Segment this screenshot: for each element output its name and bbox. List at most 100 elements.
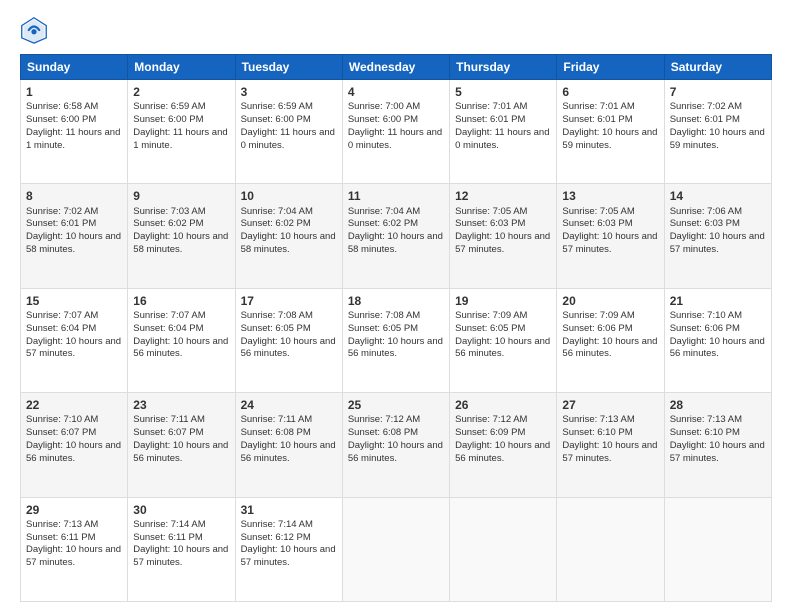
sunrise-text: Sunrise: 6:58 AM — [26, 101, 98, 112]
sunset-text: Sunset: 6:01 PM — [26, 218, 96, 229]
sunrise-text: Sunrise: 7:12 AM — [455, 414, 527, 425]
day-number: 22 — [26, 397, 122, 413]
sunset-text: Sunset: 6:10 PM — [670, 427, 740, 438]
day-number: 27 — [562, 397, 658, 413]
sunset-text: Sunset: 6:09 PM — [455, 427, 525, 438]
daylight-text: Daylight: 10 hours and 59 minutes. — [562, 127, 657, 151]
calendar-cell: 9Sunrise: 7:03 AMSunset: 6:02 PMDaylight… — [128, 184, 235, 288]
calendar-cell: 8Sunrise: 7:02 AMSunset: 6:01 PMDaylight… — [21, 184, 128, 288]
day-of-week-header: Thursday — [450, 55, 557, 80]
daylight-text: Daylight: 10 hours and 56 minutes. — [348, 336, 443, 360]
sunrise-text: Sunrise: 7:12 AM — [348, 414, 420, 425]
daylight-text: Daylight: 10 hours and 58 minutes. — [26, 231, 121, 255]
day-number: 18 — [348, 293, 444, 309]
sunrise-text: Sunrise: 7:00 AM — [348, 101, 420, 112]
daylight-text: Daylight: 10 hours and 57 minutes. — [562, 440, 657, 464]
day-number: 21 — [670, 293, 766, 309]
sunset-text: Sunset: 6:03 PM — [670, 218, 740, 229]
sunset-text: Sunset: 6:00 PM — [241, 114, 311, 125]
day-number: 25 — [348, 397, 444, 413]
daylight-text: Daylight: 11 hours and 0 minutes. — [348, 127, 442, 151]
calendar-cell — [664, 497, 771, 601]
sunset-text: Sunset: 6:08 PM — [348, 427, 418, 438]
day-number: 3 — [241, 84, 337, 100]
sunrise-text: Sunrise: 6:59 AM — [241, 101, 313, 112]
calendar-cell: 27Sunrise: 7:13 AM Sunset: 6:10 PM Dayligh… — [557, 393, 664, 497]
sunset-text: Sunset: 6:06 PM — [670, 323, 740, 334]
calendar-cell: 2Sunrise: 6:59 AMSunset: 6:00 PMDaylight… — [128, 80, 235, 184]
day-of-week-header: Monday — [128, 55, 235, 80]
sunset-text: Sunset: 6:07 PM — [26, 427, 96, 438]
sunset-text: Sunset: 6:08 PM — [241, 427, 311, 438]
calendar-cell: 26Sunrise: 7:12 AM Sunset: 6:09 PM Dayligh… — [450, 393, 557, 497]
day-of-week-header: Tuesday — [235, 55, 342, 80]
daylight-text: Daylight: 11 hours and 1 minute. — [26, 127, 120, 151]
day-of-week-header: Saturday — [664, 55, 771, 80]
day-number: 10 — [241, 188, 337, 204]
day-number: 6 — [562, 84, 658, 100]
sunrise-text: Sunrise: 7:13 AM — [562, 414, 634, 425]
daylight-text: Daylight: 10 hours and 57 minutes. — [26, 336, 121, 360]
day-number: 7 — [670, 84, 766, 100]
day-number: 2 — [133, 84, 229, 100]
daylight-text: Daylight: 10 hours and 56 minutes. — [348, 440, 443, 464]
sunrise-text: Sunrise: 7:14 AM — [241, 519, 313, 530]
daylight-text: Daylight: 10 hours and 56 minutes. — [241, 336, 336, 360]
sunrise-text: Sunrise: 7:09 AM — [455, 310, 527, 321]
day-number: 16 — [133, 293, 229, 309]
sunrise-text: Sunrise: 7:11 AM — [133, 414, 205, 425]
day-number: 11 — [348, 188, 444, 204]
sunset-text: Sunset: 6:05 PM — [348, 323, 418, 334]
daylight-text: Daylight: 10 hours and 58 minutes. — [241, 231, 336, 255]
day-number: 5 — [455, 84, 551, 100]
sunset-text: Sunset: 6:06 PM — [562, 323, 632, 334]
day-number: 17 — [241, 293, 337, 309]
sunset-text: Sunset: 6:04 PM — [26, 323, 96, 334]
sunset-text: Sunset: 6:07 PM — [133, 427, 203, 438]
calendar-cell: 10 Sunrise: 7:04 AMSunset: 6:02 PM Dayligh… — [235, 184, 342, 288]
calendar-cell: 21Sunrise: 7:10 AMSunset: 6:06 PMDayligh… — [664, 288, 771, 392]
sunset-text: Sunset: 6:00 PM — [26, 114, 96, 125]
sunset-text: Sunset: 6:02 PM — [348, 218, 418, 229]
daylight-text: Daylight: 10 hours and 57 minutes. — [670, 440, 765, 464]
day-number: 4 — [348, 84, 444, 100]
daylight-text: Daylight: 10 hours and 56 minutes. — [26, 440, 121, 464]
sunrise-text: Sunrise: 7:10 AM — [670, 310, 742, 321]
daylight-text: Daylight: 10 hours and 58 minutes. — [348, 231, 443, 255]
sunset-text: Sunset: 6:02 PM — [241, 218, 311, 229]
calendar-cell: 17Sunrise: 7:08 AMSunset: 6:05 PMDayligh… — [235, 288, 342, 392]
sunrise-text: Sunrise: 7:10 AM — [26, 414, 98, 425]
day-number: 29 — [26, 502, 122, 518]
sunset-text: Sunset: 6:05 PM — [241, 323, 311, 334]
day-number: 26 — [455, 397, 551, 413]
header — [20, 16, 772, 44]
calendar-cell: 15Sunrise: 7:07 AM Sunset: 6:04 PM Dayligh… — [21, 288, 128, 392]
daylight-text: Daylight: 10 hours and 57 minutes. — [241, 544, 336, 568]
sunset-text: Sunset: 6:01 PM — [562, 114, 632, 125]
daylight-text: Daylight: 10 hours and 57 minutes. — [26, 544, 121, 568]
sunset-text: Sunset: 6:02 PM — [133, 218, 203, 229]
daylight-text: Daylight: 10 hours and 56 minutes. — [562, 336, 657, 360]
sunset-text: Sunset: 6:10 PM — [562, 427, 632, 438]
calendar-cell: 22Sunrise: 7:10 AM Sunset: 6:07 PM Dayligh… — [21, 393, 128, 497]
calendar-cell: 28Sunrise: 7:13 AMSunset: 6:10 PMDayligh… — [664, 393, 771, 497]
day-number: 15 — [26, 293, 122, 309]
sunset-text: Sunset: 6:05 PM — [455, 323, 525, 334]
sunrise-text: Sunrise: 7:02 AM — [26, 206, 98, 217]
logo — [20, 16, 52, 44]
daylight-text: Daylight: 11 hours and 1 minute. — [133, 127, 227, 151]
daylight-text: Daylight: 10 hours and 56 minutes. — [241, 440, 336, 464]
calendar-cell: 31Sunrise: 7:14 AMSunset: 6:12 PMDayligh… — [235, 497, 342, 601]
sunrise-text: Sunrise: 7:13 AM — [26, 519, 98, 530]
sunrise-text: Sunrise: 7:04 AM — [241, 206, 313, 217]
sunrise-text: Sunrise: 7:05 AM — [455, 206, 527, 217]
daylight-text: Daylight: 10 hours and 56 minutes. — [455, 440, 550, 464]
sunrise-text: Sunrise: 7:08 AM — [348, 310, 420, 321]
day-of-week-header: Sunday — [21, 55, 128, 80]
calendar-cell — [342, 497, 449, 601]
sunrise-text: Sunrise: 7:11 AM — [241, 414, 313, 425]
sunrise-text: Sunrise: 7:07 AM — [26, 310, 98, 321]
calendar-cell: 23Sunrise: 7:11 AMSunset: 6:07 PMDayligh… — [128, 393, 235, 497]
sunset-text: Sunset: 6:11 PM — [133, 532, 203, 543]
daylight-text: Daylight: 10 hours and 56 minutes. — [133, 336, 228, 360]
